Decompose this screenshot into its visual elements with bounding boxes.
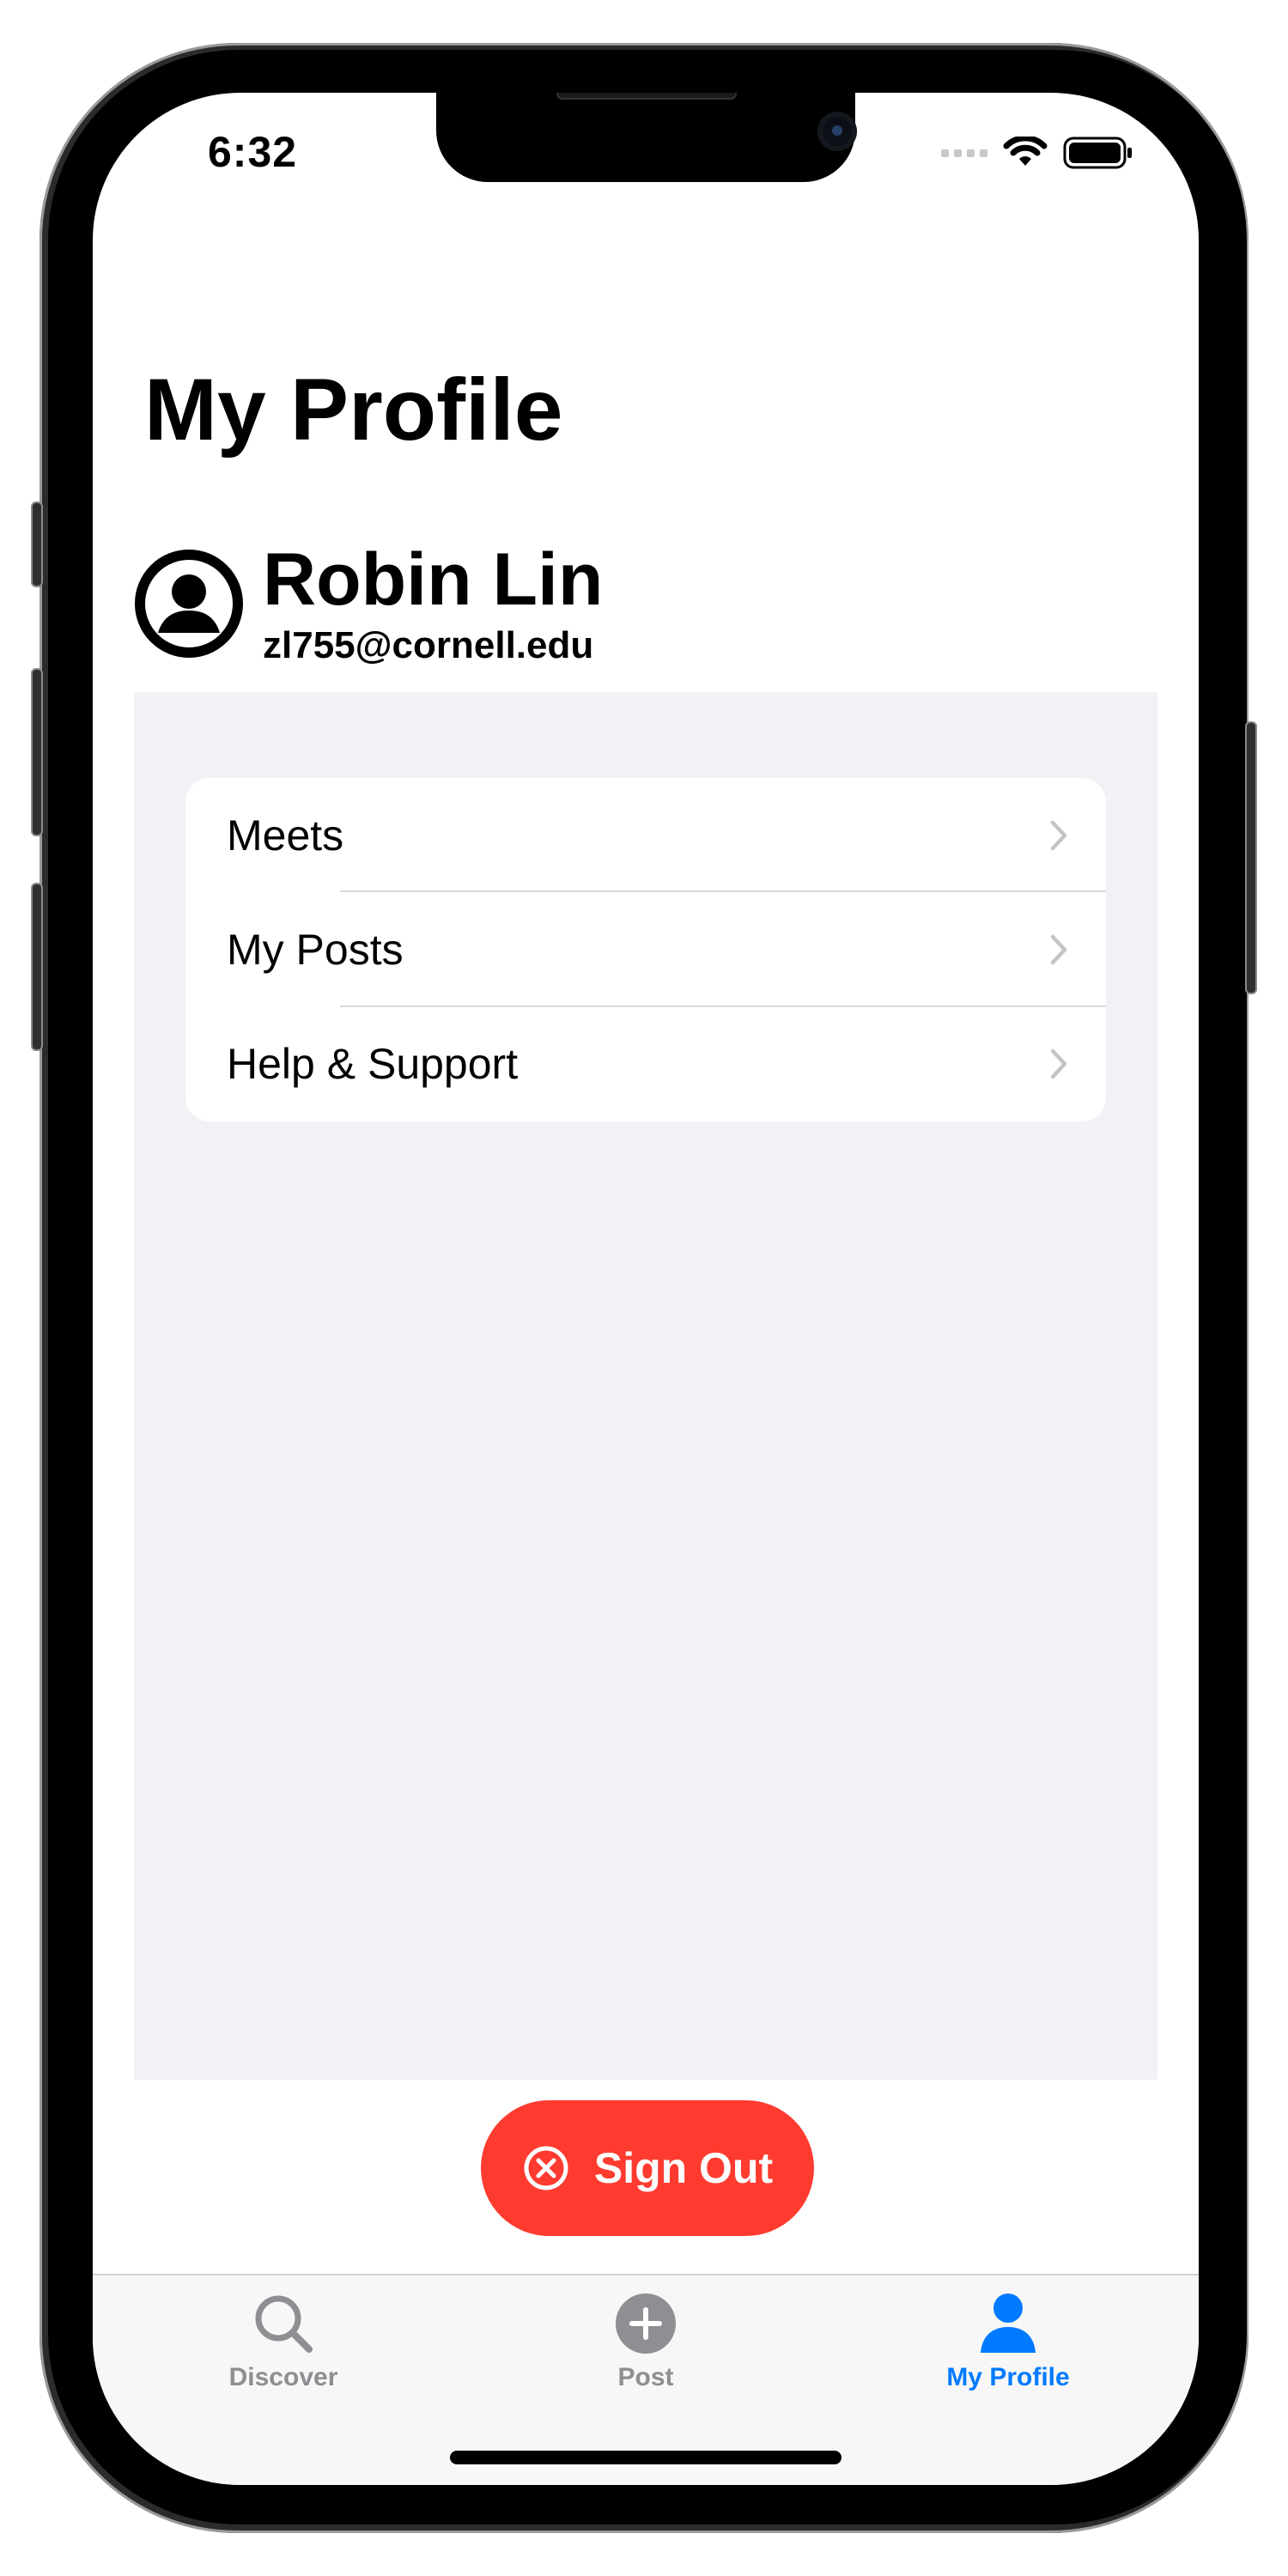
tab-post[interactable]: Post xyxy=(517,2291,775,2420)
profile-info: Robin Lin zl755@cornell.edu xyxy=(263,543,603,665)
volume-up-button xyxy=(31,668,43,836)
chevron-right-icon xyxy=(1050,934,1067,965)
tab-discover[interactable]: Discover xyxy=(155,2291,412,2420)
settings-list: Meets My Posts Help & Support xyxy=(185,778,1106,1121)
plus-circle-icon xyxy=(616,2293,676,2354)
list-item-label: My Posts xyxy=(227,925,404,974)
sign-out-label: Sign Out xyxy=(593,2144,774,2192)
user-name: Robin Lin xyxy=(263,538,604,621)
person-icon xyxy=(981,2293,1036,2353)
chevron-right-icon xyxy=(1050,1049,1067,1079)
chevron-right-icon xyxy=(1050,820,1067,850)
wifi-icon xyxy=(1003,137,1048,166)
person-circle-icon xyxy=(135,550,243,658)
cellular-signal-icon xyxy=(941,149,987,157)
volume-down-button xyxy=(31,883,43,1051)
xmark-circle-icon xyxy=(524,2146,568,2190)
tab-label: Post xyxy=(617,2363,674,2391)
user-email: zl755@cornell.edu xyxy=(263,624,594,666)
power-button xyxy=(1245,721,1257,994)
home-indicator[interactable] xyxy=(450,2451,841,2464)
silent-switch xyxy=(31,501,43,587)
tab-bar: Discover Post My Profile xyxy=(93,2274,1199,2485)
list-item-label: Meets xyxy=(227,811,344,860)
status-time: 6:32 xyxy=(208,128,298,176)
search-icon xyxy=(255,2295,313,2353)
tab-my-profile[interactable]: My Profile xyxy=(879,2291,1137,2420)
tab-label: Discover xyxy=(228,2363,338,2391)
app-screen: 6:32 My Profile Robin Lin zl755@cornell.… xyxy=(93,93,1199,2485)
page-title: My Profile xyxy=(144,361,563,459)
list-item-meets[interactable]: Meets xyxy=(185,778,1106,893)
tab-label: My Profile xyxy=(946,2363,1070,2391)
notch xyxy=(436,93,857,182)
list-item-help-support[interactable]: Help & Support xyxy=(185,1007,1106,1121)
list-item-label: Help & Support xyxy=(227,1040,519,1089)
battery-icon xyxy=(1063,137,1132,169)
earpiece-speaker xyxy=(556,93,737,100)
list-item-my-posts[interactable]: My Posts xyxy=(185,892,1106,1007)
sign-out-button[interactable]: Sign Out xyxy=(481,2100,814,2236)
status-icons xyxy=(941,136,1133,170)
front-camera xyxy=(817,112,857,151)
profile-header: Robin Lin zl755@cornell.edu xyxy=(134,535,603,672)
